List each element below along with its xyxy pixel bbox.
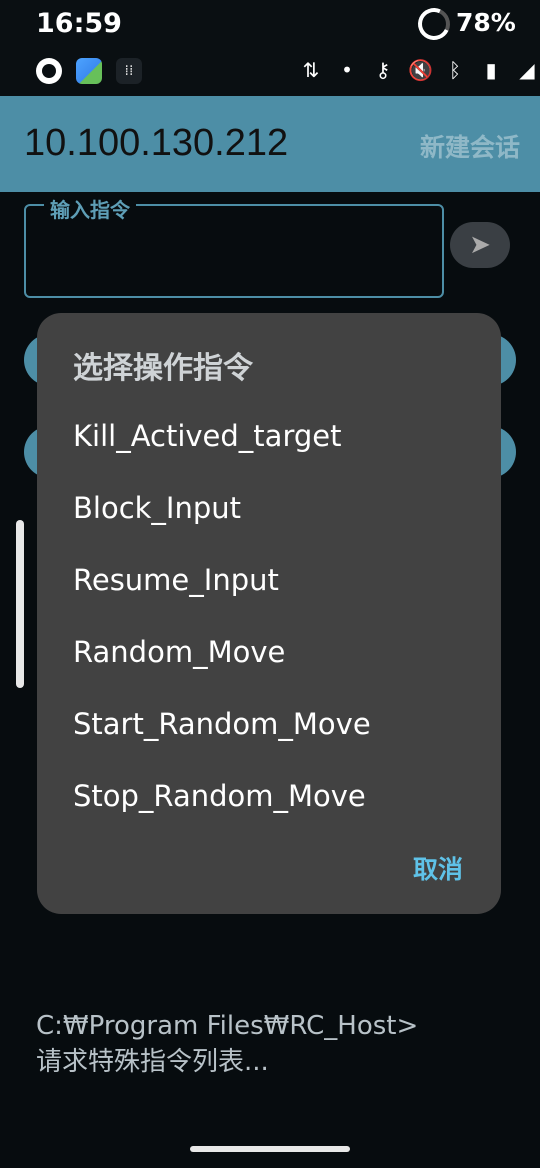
vpn-key-icon: ⚷ <box>375 58 391 82</box>
host-address-title: 10.100.130.212 <box>24 122 289 164</box>
ubuntu-icon <box>36 58 62 84</box>
apps-grid-icon: ⁞⁞ <box>116 58 142 84</box>
command-item-stop-random-move[interactable]: Stop_Random_Move <box>73 769 371 841</box>
clock: 16:59 <box>36 8 122 39</box>
data-transfer-icon: ⇅ <box>302 58 320 82</box>
dot-icon: • <box>341 58 353 82</box>
system-icons: ⇅ • ⚷ 🔇 ᛒ ▮ ◢ <box>300 58 538 82</box>
new-session-button[interactable]: 新建会话 <box>420 128 520 164</box>
bluetooth-icon: ᛒ <box>449 58 461 82</box>
command-item-resume-input[interactable]: Resume_Input <box>73 553 371 625</box>
wifi-icon: ◢ <box>519 58 535 82</box>
app-bar: 10.100.130.212 新建会话 <box>0 96 540 192</box>
command-item-random-move[interactable]: Random_Move <box>73 625 371 697</box>
console-message: 请求特殊指令列表... <box>36 1047 269 1077</box>
mute-icon: 🔇 <box>408 58 433 82</box>
command-item-block-input[interactable]: Block_Input <box>73 481 371 553</box>
command-item-start-random-move[interactable]: Start_Random_Move <box>73 697 371 769</box>
gesture-nav-handle[interactable] <box>190 1146 350 1152</box>
battery-percent: 78% <box>456 8 516 37</box>
notification-icons: ⁞⁞ <box>36 58 142 84</box>
cancel-button[interactable]: 取消 <box>413 850 463 886</box>
console-prompt: C:₩Program Files₩RC_Host> <box>36 1011 419 1041</box>
battery-icon <box>413 3 455 45</box>
send-icon: ➤ <box>469 230 491 260</box>
command-item-kill-actived-target[interactable]: Kill_Actived_target <box>73 409 371 481</box>
command-input-label: 输入指令 <box>44 194 136 223</box>
command-select-dialog: 选择操作指令 Kill_Actived_target Block_Input R… <box>37 313 501 914</box>
send-button[interactable]: ➤ <box>450 222 510 268</box>
command-list: Kill_Actived_target Block_Input Resume_I… <box>73 409 371 841</box>
command-input[interactable]: 输入指令 <box>24 194 444 298</box>
photos-icon <box>76 58 102 84</box>
dialog-title: 选择操作指令 <box>73 351 253 386</box>
status-bar: 16:59 78% ⁞⁞ ⇅ • ⚷ 🔇 ᛒ ▮ ◢ <box>0 0 540 96</box>
scroll-indicator[interactable] <box>16 520 24 688</box>
console-output: C:₩Program Files₩RC_Host> 请求特殊指令列表... <box>36 1008 418 1080</box>
signal-icon: ▮ <box>485 58 497 82</box>
